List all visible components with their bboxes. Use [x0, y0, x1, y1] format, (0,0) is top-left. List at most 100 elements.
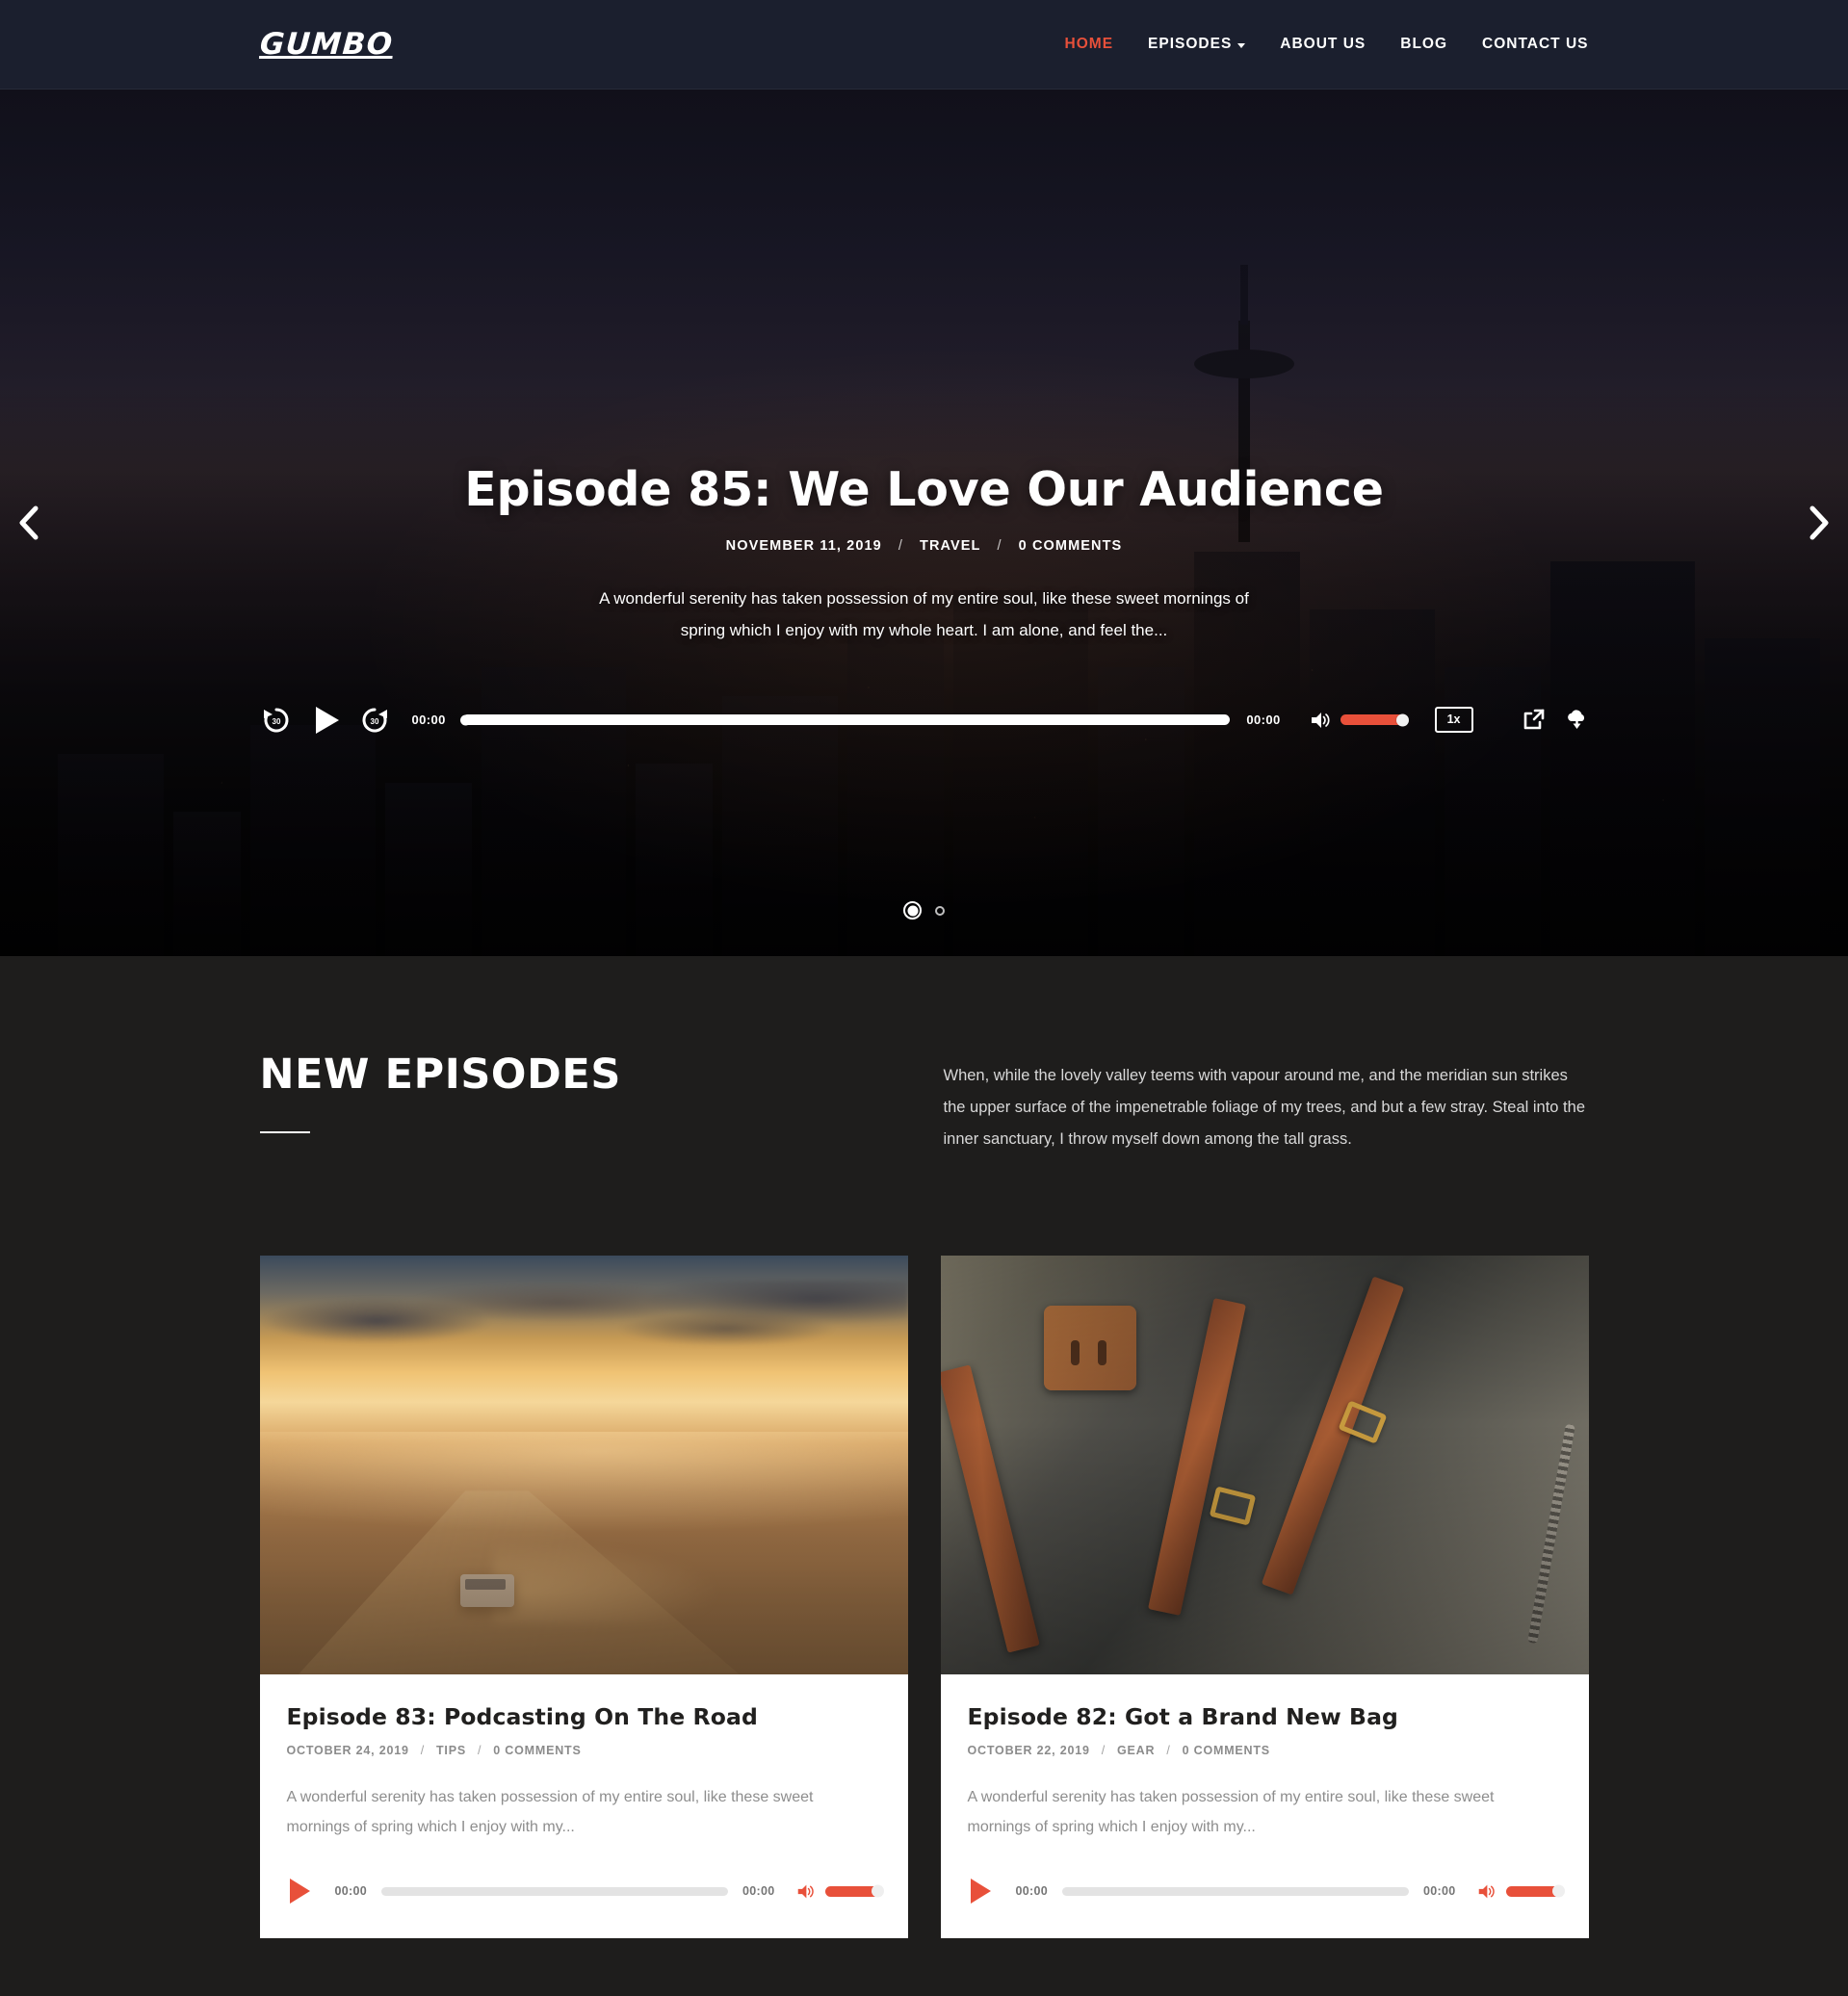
nav-item-contact-us-label: CONTACT US [1482, 36, 1589, 52]
hero-dot-2[interactable] [935, 905, 945, 916]
title-underline-rule [259, 1131, 310, 1133]
hero-volume-knob[interactable] [1395, 713, 1409, 727]
chevron-left-icon [19, 505, 39, 540]
hero-player-actions [1522, 708, 1589, 732]
episode-meta-separator-1: / [1101, 1744, 1106, 1757]
episode-card-grid: Episode 83: Podcasting On The Road OCTOB… [259, 1256, 1589, 1939]
card-volume-knob[interactable] [871, 1884, 884, 1898]
volume-icon[interactable] [796, 1882, 815, 1901]
rewind-30-button[interactable]: 30 [260, 704, 293, 737]
volume-icon[interactable] [1477, 1882, 1496, 1901]
episodes-container: NEW EPISODES When, while the lovely vall… [250, 1050, 1599, 1939]
hero-volume-slider[interactable] [1340, 713, 1409, 727]
episode-card-date: OCTOBER 22, 2019 [967, 1744, 1090, 1757]
hero-meta-separator-2: / [997, 538, 1002, 555]
hero-meta-separator-1: / [898, 538, 903, 555]
chevron-right-icon [1809, 505, 1829, 540]
episode-meta-separator-2: / [1166, 1744, 1171, 1757]
new-episodes-section: NEW EPISODES When, while the lovely vall… [0, 956, 1848, 1996]
forward-30-button[interactable]: 30 [358, 704, 391, 737]
hero-meta: NOVEMBER 11, 2019 / TRAVEL / 0 COMMENTS [250, 538, 1599, 554]
card-volume-control [1477, 1882, 1565, 1901]
episode-card-category[interactable]: GEAR [1117, 1744, 1155, 1757]
card-volume-slider[interactable] [1505, 1884, 1565, 1898]
card-progress-slider[interactable] [380, 1886, 729, 1896]
thumbnail-shading [940, 1256, 1589, 1674]
hero-slider: Episode 85: We Love Our Audience NOVEMBE… [0, 90, 1848, 956]
play-button[interactable] [306, 701, 345, 739]
episode-meta-separator-2: / [477, 1744, 482, 1757]
hero-comments-count[interactable]: 0 COMMENTS [1019, 538, 1123, 554]
episode-card-excerpt: A wonderful serenity has taken possessio… [967, 1789, 1495, 1836]
nav-item-episodes[interactable]: EPISODES [1148, 36, 1246, 53]
episode-card-category[interactable]: TIPS [436, 1744, 466, 1757]
section-title: NEW EPISODES [259, 1050, 621, 1099]
share-button[interactable] [1522, 708, 1546, 732]
hero-prev-button[interactable] [8, 502, 50, 544]
nav-item-home[interactable]: HOME [1065, 36, 1114, 53]
dirt-road-shape [298, 1490, 740, 1674]
nav-item-about-us[interactable]: ABOUT US [1280, 36, 1366, 53]
episode-card-body: Episode 83: Podcasting On The Road OCTOB… [260, 1674, 908, 1938]
site-logo[interactable]: GUMBO [258, 27, 394, 62]
card-play-button[interactable] [287, 1877, 312, 1905]
hero-current-time: 00:00 [411, 713, 446, 728]
episode-card-comments[interactable]: 0 COMMENTS [493, 1744, 581, 1757]
episode-thumbnail-desert-road[interactable] [259, 1256, 908, 1674]
hero-description: A wonderful serenity has taken possessio… [599, 589, 1249, 640]
nav-item-about-us-label: ABOUT US [1280, 36, 1366, 52]
episode-card[interactable]: Episode 82: Got a Brand New Bag OCTOBER … [940, 1256, 1589, 1939]
download-button[interactable] [1565, 708, 1589, 732]
hero-volume-control [1310, 710, 1409, 731]
card-play-button[interactable] [968, 1877, 993, 1905]
card-duration: 00:00 [1423, 1884, 1456, 1899]
hero-dot-1[interactable] [903, 901, 922, 920]
episode-card-comments[interactable]: 0 COMMENTS [1183, 1744, 1270, 1757]
nav-item-blog-label: BLOG [1400, 36, 1448, 52]
card-volume-knob[interactable] [1551, 1884, 1565, 1898]
volume-icon[interactable] [1310, 710, 1331, 731]
card-current-time: 00:00 [1015, 1884, 1048, 1899]
hero-progress-slider[interactable] [459, 714, 1231, 726]
card-volume-slider[interactable] [824, 1884, 884, 1898]
hero-audio-player: 30 30 00:00 00:00 1x [250, 701, 1599, 739]
episode-card[interactable]: Episode 83: Podcasting On The Road OCTOB… [259, 1256, 908, 1939]
playback-speed-button[interactable]: 1x [1434, 707, 1473, 733]
svg-text:30: 30 [272, 717, 280, 726]
hero-category[interactable]: TRAVEL [920, 538, 981, 554]
hero-date: NOVEMBER 11, 2019 [725, 538, 882, 555]
episode-card-excerpt: A wonderful serenity has taken possessio… [286, 1789, 814, 1836]
episode-card-audio-player: 00:00 00:00 [287, 1877, 884, 1905]
nav-item-blog[interactable]: BLOG [1400, 36, 1447, 53]
nav-item-contact-us[interactable]: CONTACT US [1482, 36, 1588, 53]
episode-card-title[interactable]: Episode 83: Podcasting On The Road [287, 1703, 881, 1730]
play-icon [289, 1879, 310, 1905]
episode-card-date: OCTOBER 24, 2019 [286, 1744, 409, 1757]
van-shape [460, 1574, 515, 1608]
card-volume-control [796, 1882, 884, 1901]
download-icon [1567, 710, 1584, 730]
episode-card-meta: OCTOBER 22, 2019 / GEAR / 0 COMMENTS [968, 1744, 1562, 1757]
card-duration: 00:00 [742, 1884, 775, 1899]
header-container: GUMBO HOME EPISODES ABOUT US BLOG CONTAC… [250, 27, 1599, 62]
episodes-title-block: NEW EPISODES [259, 1050, 876, 1133]
hero-title: Episode 85: We Love Our Audience [464, 462, 1384, 517]
card-progress-slider[interactable] [1061, 1886, 1410, 1896]
svg-text:30: 30 [370, 717, 378, 726]
hero-progress-knob[interactable] [459, 714, 471, 726]
play-icon [970, 1879, 991, 1905]
forward-30-icon: 30 [362, 708, 387, 733]
hero-next-button[interactable] [1798, 502, 1840, 544]
hero-content: Episode 85: We Love Our Audience NOVEMBE… [250, 90, 1599, 647]
episode-card-title[interactable]: Episode 82: Got a Brand New Bag [968, 1703, 1562, 1730]
site-header: GUMBO HOME EPISODES ABOUT US BLOG CONTAC… [0, 0, 1848, 90]
episode-card-audio-player: 00:00 00:00 [968, 1877, 1565, 1905]
chevron-down-icon [1237, 42, 1246, 48]
episode-thumbnail-backpack[interactable] [940, 1256, 1589, 1674]
episode-card-meta: OCTOBER 24, 2019 / TIPS / 0 COMMENTS [287, 1744, 881, 1757]
dust-cloud-shape [492, 1542, 715, 1624]
episode-card-body: Episode 82: Got a Brand New Bag OCTOBER … [941, 1674, 1589, 1938]
nav-item-episodes-label: EPISODES [1148, 36, 1233, 52]
play-icon [315, 706, 339, 734]
share-icon [1523, 709, 1544, 730]
